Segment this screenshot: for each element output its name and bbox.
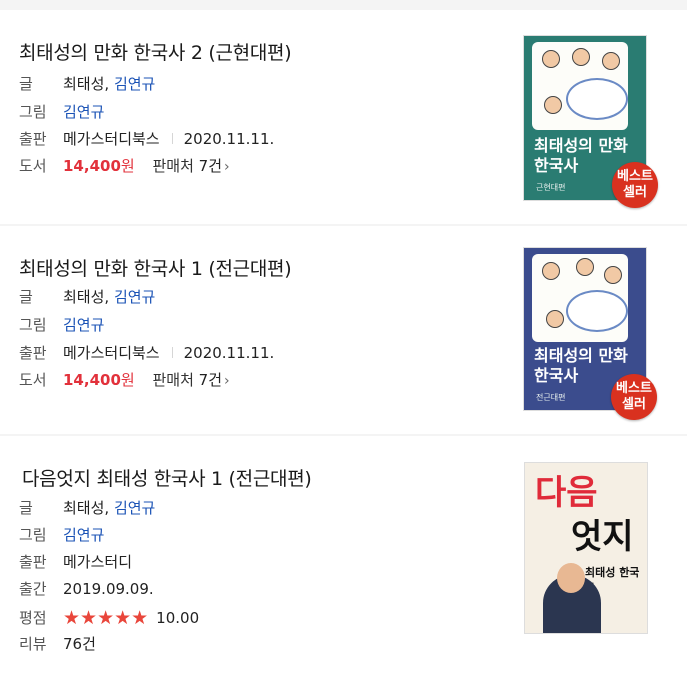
speech-bubble-icon: [566, 78, 628, 120]
book-result-3[interactable]: 다음엇지 최태성 한국사 1 (전근대편) 글 최태성, 김연규 그림 김연규 출판…: [0, 436, 687, 685]
review-row: 리뷰 76건: [19, 633, 96, 655]
publish-date: 2019.09.09.: [63, 580, 154, 598]
format-label: 도서: [19, 157, 47, 175]
illustrator-link[interactable]: 김연규: [63, 526, 104, 544]
sellers-link[interactable]: 판매처 7건 ›: [139, 157, 229, 175]
sellers-label: 판매처: [152, 157, 194, 175]
book-title[interactable]: 최태성의 만화 한국사 1 (전근대편): [19, 254, 292, 281]
book-cover[interactable]: 다음 엇지 최태성 한국사: [524, 462, 648, 634]
author-portrait-head: [557, 563, 585, 593]
publish-date: 2020.11.11.: [183, 344, 275, 362]
character-icon: [544, 96, 562, 114]
bestseller-badge: 베스트 셀러: [612, 162, 658, 208]
comic-panel-illustration: [532, 42, 628, 130]
illustrator-row: 그림 김연규: [19, 524, 104, 546]
author-label: 글: [19, 288, 33, 306]
author-row: 글 최태성, 김연규: [19, 73, 155, 95]
publisher-name: 메가스터디북스: [63, 344, 160, 362]
author-row: 글 최태성, 김연규: [19, 497, 155, 519]
character-icon: [542, 262, 560, 280]
publisher-name: 메가스터디: [63, 553, 133, 571]
illustrator-link[interactable]: 김연규: [63, 316, 104, 334]
sellers-count: 7건: [198, 371, 223, 389]
price: 14,400: [63, 371, 121, 389]
rating-label: 평점: [19, 609, 47, 627]
cover-title-line1: 다음: [535, 473, 598, 513]
divider: [171, 347, 173, 358]
price-row: 도서 14,400원 판매처 7건 ›: [19, 369, 230, 391]
format-label: 도서: [19, 371, 47, 389]
author-link[interactable]: 김연규: [114, 75, 155, 93]
publisher-row: 출판 메가스터디북스 2020.11.11.: [19, 128, 274, 150]
rating-row: 평점 ★★★★★ 10.00: [19, 606, 200, 629]
author-link[interactable]: 김연규: [114, 288, 155, 306]
illustrator-row: 그림 김연규: [19, 101, 104, 123]
book-result-2[interactable]: 최태성의 만화 한국사 1 (전근대편) 글 최태성, 김연규 그림 김연규 출판 메…: [0, 226, 687, 434]
star-rating-icon: ★★★★★: [63, 607, 149, 629]
comic-panel-illustration: [532, 254, 628, 342]
book-title[interactable]: 다음엇지 최태성 한국사 1 (전근대편): [22, 464, 312, 491]
publisher-name: 메가스터디북스: [63, 130, 160, 148]
publisher-label: 출판: [19, 553, 47, 571]
published-row: 출간 2019.09.09.: [19, 578, 154, 600]
sellers-label: 판매처: [152, 371, 194, 389]
chevron-right-icon: ›: [224, 159, 230, 175]
author-link[interactable]: 김연규: [114, 499, 155, 517]
character-icon: [546, 310, 564, 328]
character-icon: [602, 52, 620, 70]
book-result-1[interactable]: 최태성의 만화 한국사 2 (근현대편) 글 최태성, 김연규 그림 김연규 출판 메…: [0, 10, 687, 224]
sellers-link[interactable]: 판매처 7건 ›: [139, 371, 229, 389]
review-label: 리뷰: [19, 635, 47, 653]
author-name: 최태성,: [63, 75, 110, 93]
bestseller-badge: 베스트 셀러: [611, 374, 657, 420]
character-icon: [542, 50, 560, 68]
publisher-row: 출판 메가스터디북스 2020.11.11.: [19, 342, 274, 364]
cover-title-line2: 엇지: [571, 517, 634, 557]
speech-bubble-icon: [566, 290, 628, 332]
character-icon: [576, 258, 594, 276]
illustrator-link[interactable]: 김연규: [63, 103, 104, 121]
cover-tag: 근현대편: [536, 183, 566, 192]
currency-label: 원: [120, 371, 135, 389]
illustrator-row: 그림 김연규: [19, 314, 104, 336]
publisher-label: 출판: [19, 130, 47, 148]
review-count[interactable]: 76건: [63, 635, 96, 653]
publisher-row: 출판 메가스터디: [19, 551, 132, 573]
price: 14,400: [63, 157, 121, 175]
currency-label: 원: [120, 157, 135, 175]
illustrator-label: 그림: [19, 526, 47, 544]
author-name: 최태성,: [63, 499, 110, 517]
publish-date: 2020.11.11.: [183, 130, 275, 148]
cover-tag: 전근대편: [536, 393, 566, 402]
chevron-right-icon: ›: [224, 373, 230, 389]
author-label: 글: [19, 499, 33, 517]
character-icon: [572, 48, 590, 66]
illustrator-label: 그림: [19, 103, 47, 121]
publisher-label: 출판: [19, 344, 47, 362]
author-label: 글: [19, 75, 33, 93]
character-icon: [604, 266, 622, 284]
published-label: 출간: [19, 580, 47, 598]
author-name: 최태성,: [63, 288, 110, 306]
illustrator-label: 그림: [19, 316, 47, 334]
book-title[interactable]: 최태성의 만화 한국사 2 (근현대편): [19, 38, 292, 65]
rating-value: 10.00: [156, 609, 200, 627]
price-row: 도서 14,400원 판매처 7건 ›: [19, 155, 230, 177]
sellers-count: 7건: [198, 157, 223, 175]
divider: [171, 133, 173, 144]
author-row: 글 최태성, 김연규: [19, 286, 155, 308]
